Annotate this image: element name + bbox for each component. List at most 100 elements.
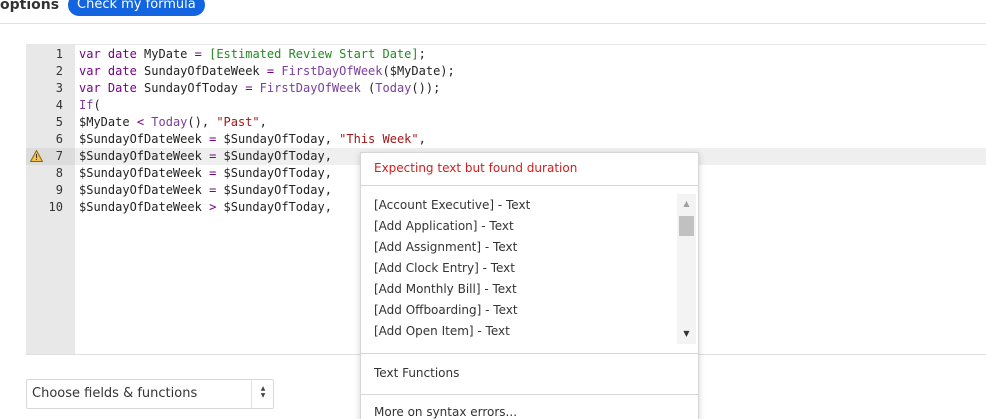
code-line[interactable]: If( [79,97,101,114]
code-token: ()); [411,81,441,95]
code-token: $SundayOfDateWeek [79,200,202,214]
check-formula-button[interactable]: Check my formula [68,0,205,16]
code-token: ( [93,98,101,112]
autocomplete-popup: Expecting text but found duration [Accou… [360,152,699,419]
line-number: 1 [55,47,63,61]
code-token: ($MyDate); [382,64,455,78]
code-token: MyDate [136,47,195,61]
code-line[interactable]: $SundayOfDateWeek = $SundayOfToday, [79,165,332,182]
text-functions-link[interactable]: Text Functions [374,366,459,380]
line-number: 2 [55,64,63,78]
code-token: var [79,47,101,61]
line-number: 6 [55,132,63,146]
suggestion-item[interactable]: [Add Application] - Text [374,216,514,237]
line-number: 10 [48,200,63,214]
suggestion-item[interactable]: [Add Open Item] - Text [374,321,510,342]
field-suggestion-list[interactable]: [Account Executive] - Text [Add Applicati… [361,194,677,344]
syntax-error-message: Expecting text but found duration [374,161,578,175]
code-token: SundayOfDateWeek [136,64,267,78]
code-token: , [418,132,426,146]
code-token: Today [375,81,412,95]
popup-divider [361,394,698,395]
formula-editor-page: options Check my formula 1 2 3 4 5 6 7 8 9 10 var… [0,0,986,419]
code-token: , [259,115,267,129]
code-token: FirstDayOfWeek [281,64,383,78]
code-line[interactable]: $SundayOfDateWeek > $SundayOfToday, [79,199,332,216]
warning-icon[interactable] [30,150,43,162]
popup-divider [361,185,698,186]
scroll-up-arrow-icon[interactable]: ▲ [677,198,696,210]
code-line[interactable]: var date SundayOfDateWeek = FirstDayOfWe… [79,63,455,80]
code-token: var [79,81,101,95]
select-value: Choose fields & functions [32,386,198,401]
code-token: = [194,47,202,61]
code-line[interactable]: $SundayOfDateWeek = $SundayOfToday, "Thi… [79,131,426,148]
code-token: $SundayOfDateWeek [79,132,202,146]
code-token: $SundayOfDateWeek [79,183,202,197]
code-token: date [107,64,137,78]
suggestion-scrollbar[interactable]: ▲ ▼ [677,194,696,344]
code-token: , [324,132,340,146]
more-syntax-errors-link[interactable]: More on syntax errors... [374,405,517,419]
line-number: 4 [55,98,63,112]
code-token: , [324,183,332,197]
code-token: If [79,98,94,112]
code-line[interactable]: $SundayOfDateWeek = $SundayOfToday, [79,182,332,199]
code-token: "Past" [216,115,260,129]
options-label: options [0,0,60,13]
code-token: $SundayOfToday [223,166,325,180]
sort-arrows-icon: ▲ ▼ [260,385,266,399]
suggestion-item[interactable]: [Add Monthly Bill] - Text [374,279,517,300]
code-token: $SundayOfToday [223,132,325,146]
select-divider [251,380,252,408]
code-token: SundayOfToday [136,81,246,95]
line-number: 8 [55,166,63,180]
code-token: , [324,149,340,163]
scroll-down-arrow-icon[interactable]: ▼ [677,328,696,340]
code-line[interactable]: var date MyDate = [Estimated Review Star… [79,46,426,63]
code-token: Today [151,115,188,129]
code-token: $SundayOfToday [223,183,325,197]
code-token: $SundayOfToday [223,149,325,163]
line-number: 5 [55,115,63,129]
code-token: date [107,47,137,61]
code-token: ( [360,81,376,95]
suggestion-item[interactable]: [Add Offboarding] - Text [374,300,518,321]
suggestion-item[interactable]: [Add Assignment] - Text [374,237,517,258]
code-line[interactable]: $SundayOfDateWeek = $SundayOfToday, [79,148,339,165]
code-token: var [79,64,101,78]
scroll-thumb[interactable] [679,216,694,236]
code-token: Date [107,81,137,95]
suggestion-item[interactable]: [Add Clock Entry] - Text [374,258,515,279]
line-number: 9 [55,183,63,197]
code-token: , [324,166,332,180]
code-line[interactable]: $MyDate < Today(), "Past", [79,114,267,131]
code-token: $SundayOfDateWeek [79,166,202,180]
code-line[interactable]: var Date SundayOfToday = FirstDayOfWeek … [79,80,440,97]
code-token: < [136,115,145,129]
code-token: ; [418,47,426,61]
choose-fields-functions-select[interactable]: Choose fields & functions ▲ ▼ [26,379,274,409]
popup-divider [361,353,698,354]
code-token: $SundayOfDateWeek [79,149,202,163]
top-bar: options Check my formula [0,0,986,24]
code-token: (), [187,115,217,129]
code-token: , [324,200,332,214]
code-token: FirstDayOfWeek [259,81,361,95]
suggestion-item[interactable]: [Account Executive] - Text [374,195,530,216]
